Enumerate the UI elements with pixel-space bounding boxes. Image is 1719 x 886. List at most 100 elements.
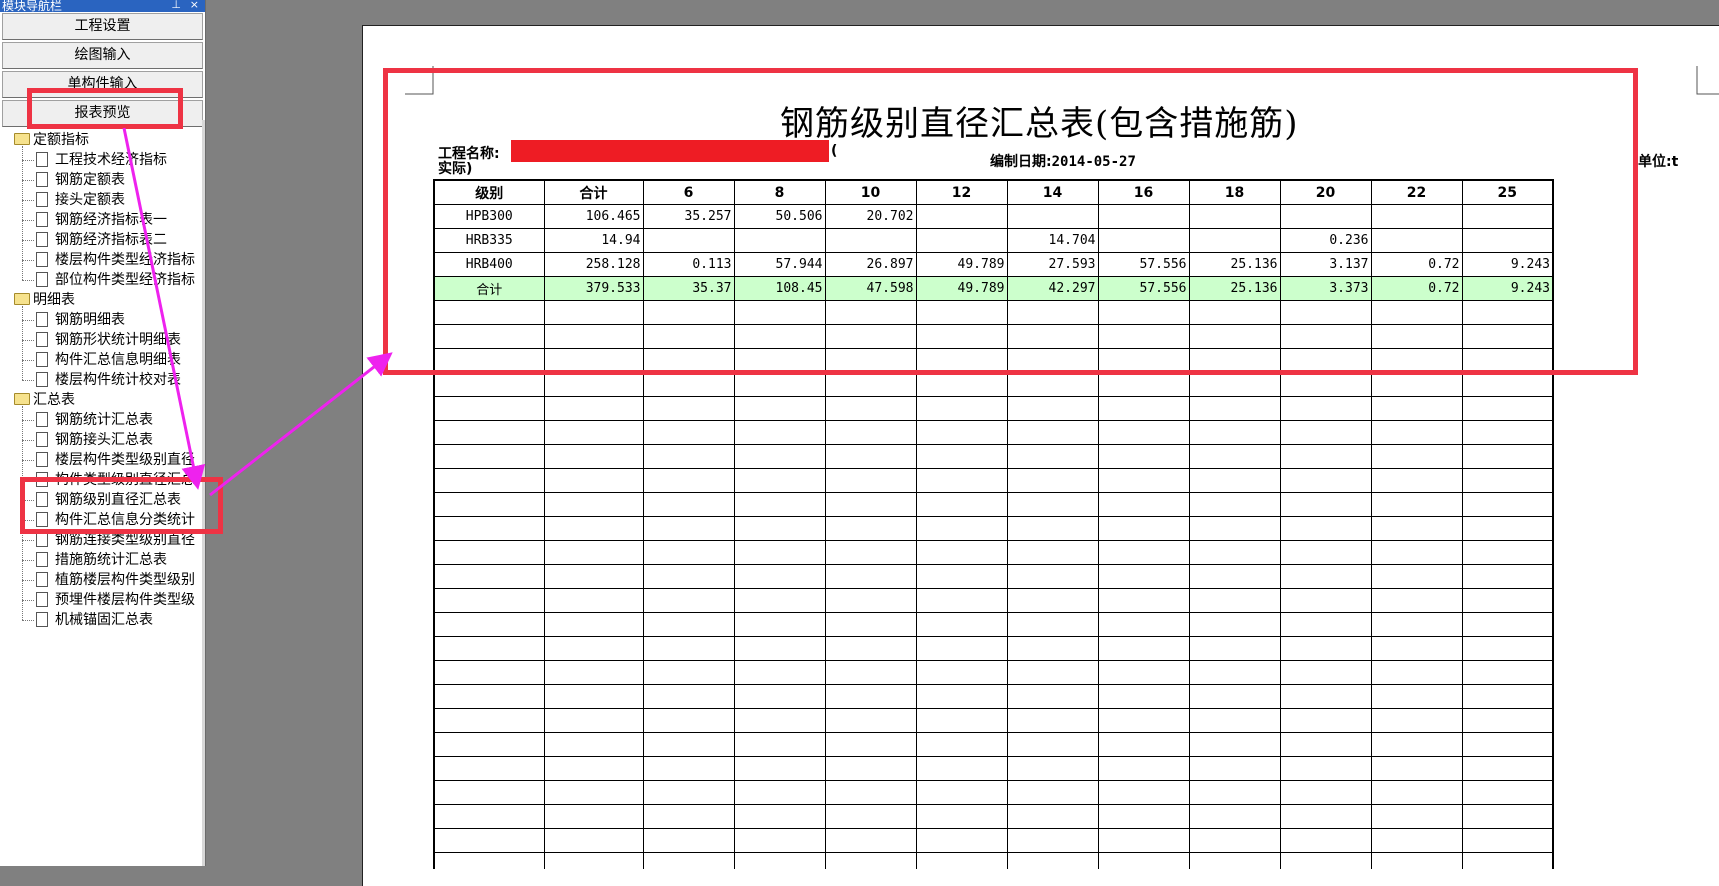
empty-cell xyxy=(915,708,1008,733)
empty-cell xyxy=(433,612,545,637)
empty-cell xyxy=(1279,828,1372,853)
empty-cell xyxy=(1006,828,1099,853)
empty-cell xyxy=(1370,396,1463,421)
empty-cell xyxy=(1279,588,1372,613)
empty-cell xyxy=(915,564,1008,589)
empty-cell xyxy=(543,804,644,829)
empty-cell xyxy=(733,468,826,493)
empty-cell xyxy=(1188,660,1281,685)
empty-cell xyxy=(642,660,735,685)
project-settings-button[interactable]: 工程设置 xyxy=(2,13,203,40)
empty-cell xyxy=(1279,468,1372,493)
tree-folder[interactable]: 明细表 xyxy=(0,290,205,310)
empty-cell xyxy=(642,612,735,637)
tree-connector xyxy=(22,180,34,181)
empty-cell xyxy=(1188,612,1281,637)
empty-cell xyxy=(824,492,917,517)
empty-cell xyxy=(824,612,917,637)
empty-cell xyxy=(1370,444,1463,469)
empty-cell xyxy=(1279,660,1372,685)
empty-cell xyxy=(1097,804,1190,829)
tree-item-label: 钢筋明细表 xyxy=(55,312,125,328)
empty-cell xyxy=(642,396,735,421)
empty-cell xyxy=(1370,492,1463,517)
empty-cell xyxy=(824,468,917,493)
empty-cell xyxy=(733,780,826,805)
empty-cell xyxy=(733,708,826,733)
tree-folder[interactable]: 汇总表 xyxy=(0,390,205,410)
empty-cell xyxy=(1188,540,1281,565)
empty-row xyxy=(433,852,1554,869)
page-top-bar xyxy=(206,0,1719,15)
close-icon[interactable]: × xyxy=(190,0,199,11)
tree-item-label: 机械锚固汇总表 xyxy=(55,612,153,628)
empty-cell xyxy=(543,468,644,493)
drawing-input-button[interactable]: 绘图输入 xyxy=(2,42,203,69)
empty-cell xyxy=(433,636,545,661)
tree-folder[interactable]: 定额指标 xyxy=(0,130,205,150)
empty-cell xyxy=(733,636,826,661)
empty-cell xyxy=(543,540,644,565)
empty-cell xyxy=(915,444,1008,469)
tree-connector xyxy=(22,200,34,201)
empty-cell xyxy=(1279,732,1372,757)
empty-cell xyxy=(433,804,545,829)
empty-cell xyxy=(1370,684,1463,709)
empty-cell xyxy=(1188,444,1281,469)
empty-cell xyxy=(642,564,735,589)
tree-folder-label: 明细表 xyxy=(33,292,75,308)
empty-cell xyxy=(1461,372,1554,397)
tree-connector xyxy=(22,560,34,561)
empty-cell xyxy=(642,780,735,805)
document-icon xyxy=(36,172,48,187)
empty-cell xyxy=(915,828,1008,853)
empty-cell xyxy=(433,540,545,565)
empty-cell xyxy=(543,828,644,853)
empty-cell xyxy=(433,420,545,445)
empty-cell xyxy=(433,684,545,709)
tree-item-label: 钢筋经济指标表二 xyxy=(55,232,167,248)
tree-connector xyxy=(22,280,34,281)
empty-cell xyxy=(543,564,644,589)
empty-cell xyxy=(1461,708,1554,733)
empty-cell xyxy=(1461,492,1554,517)
document-icon xyxy=(36,352,48,367)
tree-connector xyxy=(22,620,34,621)
pin-icon[interactable]: ⊥ xyxy=(171,0,181,11)
empty-cell xyxy=(915,540,1008,565)
tree-connector xyxy=(22,380,34,381)
highlight-selected-report xyxy=(20,477,223,534)
empty-row xyxy=(433,540,1554,565)
empty-cell xyxy=(1461,780,1554,805)
empty-cell xyxy=(915,612,1008,637)
empty-cell xyxy=(1370,732,1463,757)
empty-row xyxy=(433,372,1554,397)
tree-connector xyxy=(22,320,34,321)
empty-cell xyxy=(642,588,735,613)
empty-cell xyxy=(1097,396,1190,421)
empty-cell xyxy=(1097,588,1190,613)
empty-cell xyxy=(1370,660,1463,685)
document-icon xyxy=(36,372,48,387)
empty-row xyxy=(433,732,1554,757)
empty-cell xyxy=(1188,708,1281,733)
tree-item-label: 钢筋形状统计明细表 xyxy=(55,332,181,348)
empty-cell xyxy=(1188,828,1281,853)
tree-connector xyxy=(22,360,34,361)
empty-cell xyxy=(1006,684,1099,709)
empty-cell xyxy=(642,684,735,709)
empty-cell xyxy=(1006,852,1099,869)
empty-cell xyxy=(824,516,917,541)
empty-cell xyxy=(543,756,644,781)
empty-cell xyxy=(824,828,917,853)
empty-cell xyxy=(543,852,644,869)
empty-cell xyxy=(1188,756,1281,781)
document-icon xyxy=(36,192,48,207)
tree-connector xyxy=(22,420,34,421)
tree-item-label: 钢筋经济指标表一 xyxy=(55,212,167,228)
tree-item-label: 接头定额表 xyxy=(55,192,125,208)
empty-cell xyxy=(915,756,1008,781)
empty-cell xyxy=(543,516,644,541)
empty-cell xyxy=(824,588,917,613)
tree-connector xyxy=(22,460,34,461)
